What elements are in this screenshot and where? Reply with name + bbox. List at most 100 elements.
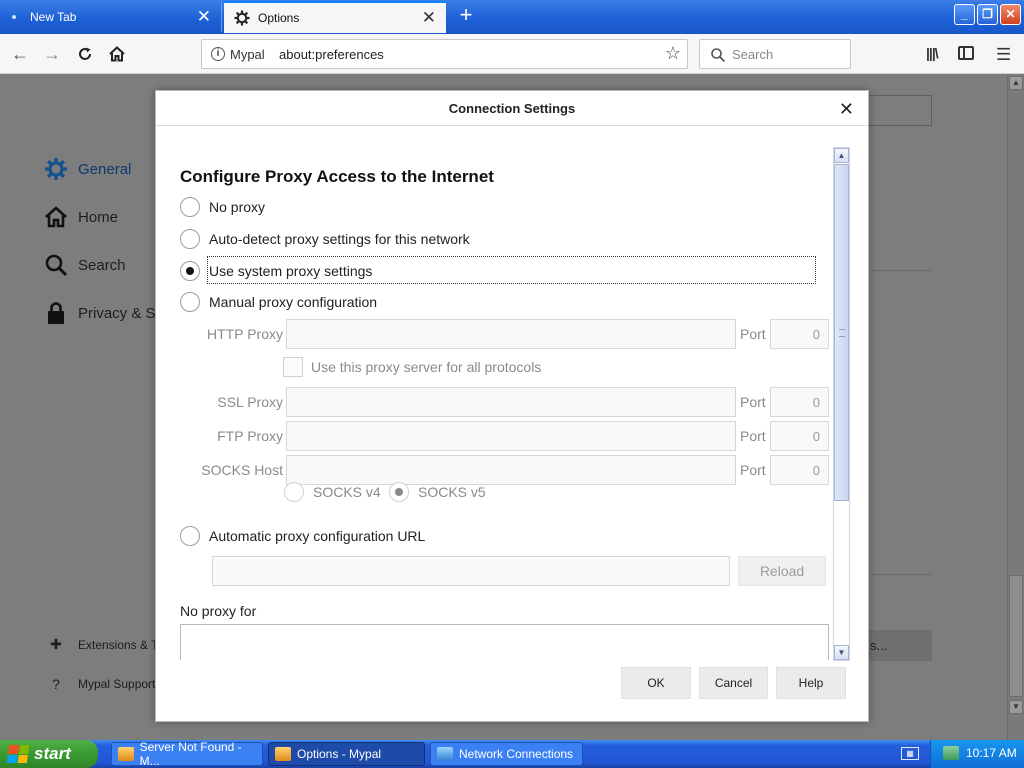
socks-port-field[interactable]: 0 [770,455,829,485]
scrollbar-thumb[interactable] [1009,575,1023,697]
help-button[interactable]: Help [776,667,846,699]
radio-label: Manual proxy configuration [209,294,378,310]
forward-arrow-icon[interactable]: → [40,42,64,66]
url-text[interactable]: about:preferences [279,47,384,62]
radio-circle[interactable] [180,526,200,546]
task-label: Server Not Found - M... [139,740,242,768]
auto-proxy-url-field[interactable] [212,556,730,586]
radio-circle-selected[interactable] [389,482,409,502]
back-arrow-icon[interactable]: ← [8,42,32,66]
socks-host-label: SOCKS Host [201,462,283,478]
no-proxy-for-label: No proxy for [180,603,257,619]
socks-v4-radio[interactable]: SOCKS v4 [284,482,381,502]
auto-proxy-url-radio[interactable]: Automatic proxy configuration URL [180,525,425,547]
gear-icon [45,158,67,180]
ssl-port-field[interactable]: 0 [770,387,829,417]
manual-proxy-radio[interactable]: Manual proxy configuration [180,291,377,313]
start-button[interactable]: start [0,740,98,768]
scroll-up-icon[interactable]: ▲ [834,148,849,163]
radio-circle[interactable] [180,229,200,249]
tab-favicon [12,15,16,19]
dialog-body: Configure Proxy Access to the Internet N… [156,127,868,660]
dialog-scrollbar[interactable]: ▲ ▼ [833,147,850,661]
close-tab-icon[interactable]: ✕ [197,8,211,25]
lock-icon [48,302,64,324]
scrollbar-thumb[interactable] [834,164,849,501]
system-proxy-radio[interactable]: Use system proxy settings [180,260,372,282]
ssl-proxy-field[interactable] [286,387,736,417]
close-dialog-icon[interactable]: ✕ [839,100,854,118]
support-link[interactable]: ? Mypal Support [48,676,155,692]
socks-port-label: Port [740,462,766,478]
radio-circle[interactable] [180,197,200,217]
network-status-icon[interactable] [943,746,959,760]
url-bar[interactable]: i Mypal about:preferences ☆ [201,39,688,69]
taskbar-item-network-connections[interactable]: Network Connections [430,742,583,766]
sidebar-item-label: Search [78,256,126,274]
sidebar-item-general[interactable]: General [44,157,131,181]
radio-label: SOCKS v5 [418,484,486,500]
reload-button[interactable]: Reload [738,556,826,586]
taskbar-item-server-not-found[interactable]: Server Not Found - M... [111,740,263,768]
ok-button[interactable]: OK [621,667,691,699]
share-proxy-checkbox[interactable] [283,357,303,377]
close-window-icon[interactable]: ✕ [1000,4,1021,25]
library-icon[interactable]: |||\ [926,45,939,61]
socks-v5-radio[interactable]: SOCKS v5 [389,482,486,502]
share-proxy-checkbox-row[interactable]: Use this proxy server for all protocols [283,357,541,377]
connection-settings-dialog: Connection Settings ✕ Configure Proxy Ac… [155,90,869,722]
hamburger-menu-icon[interactable]: ☰ [996,45,1011,65]
help-icon: ? [52,676,60,692]
home-icon[interactable] [105,42,129,66]
cancel-button[interactable]: Cancel [699,667,768,699]
ftp-port-label: Port [740,428,766,444]
ftp-port-field[interactable]: 0 [770,421,829,451]
radio-circle-selected[interactable] [180,261,200,281]
sidebar-item-home[interactable]: Home [44,205,118,229]
socks-host-field[interactable] [286,455,736,485]
ftp-proxy-field[interactable] [286,421,736,451]
search-bar[interactable]: Search [699,39,851,69]
start-label: start [34,744,71,763]
http-port-label: Port [740,326,766,342]
radio-circle[interactable] [180,292,200,312]
tab-label: Options [258,11,300,25]
restore-window-icon[interactable]: ❐ [977,4,998,25]
radio-label: SOCKS v4 [313,484,381,500]
network-connections-icon [437,747,453,761]
browser-app-icon [118,747,134,761]
scroll-down-icon[interactable]: ▼ [1009,700,1023,714]
radio-circle[interactable] [284,482,304,502]
sidebar-toggle-icon[interactable] [958,46,974,60]
radio-label: Use system proxy settings [209,263,373,279]
puzzle-icon: ✚ [50,636,62,652]
keyboard-icon[interactable]: ▦ [901,747,919,760]
taskbar-item-options[interactable]: Options - Mypal [268,742,425,766]
tab-new-tab[interactable]: New Tab ✕ [0,2,222,32]
no-proxy-for-textarea[interactable] [180,624,829,660]
extensions-themes-link[interactable]: ✚ Extensions & T [48,636,158,653]
search-icon [711,48,726,63]
bookmark-star-icon[interactable]: ☆ [665,43,681,64]
sidebar-item-search[interactable]: Search [44,253,126,277]
home-icon [45,206,67,228]
minimize-window-icon[interactable]: _ [954,4,975,25]
close-tab-icon[interactable]: ✕ [422,9,436,26]
taskbar: start Server Not Found - M... Options - … [0,740,1024,768]
no-proxy-radio[interactable]: No proxy [180,196,265,218]
http-port-field[interactable]: 0 [770,319,829,349]
tab-options[interactable]: Options ✕ [224,1,446,33]
page-scrollbar[interactable]: ▲ ▼ [1007,75,1024,740]
new-tab-plus-icon[interactable]: + [454,4,478,26]
http-proxy-field[interactable] [286,319,736,349]
info-icon[interactable]: i [211,47,225,61]
scroll-down-icon[interactable]: ▼ [834,645,849,660]
sidebar-item-privacy[interactable]: Privacy & Se [44,301,164,325]
task-label: Network Connections [459,747,574,761]
radio-label: Automatic proxy configuration URL [209,528,426,544]
reload-icon[interactable] [73,42,97,66]
auto-detect-radio[interactable]: Auto-detect proxy settings for this netw… [180,228,470,250]
sidebar-item-label: General [78,160,132,178]
background-settings-button: s... [866,630,932,661]
scroll-up-icon[interactable]: ▲ [1009,76,1023,90]
